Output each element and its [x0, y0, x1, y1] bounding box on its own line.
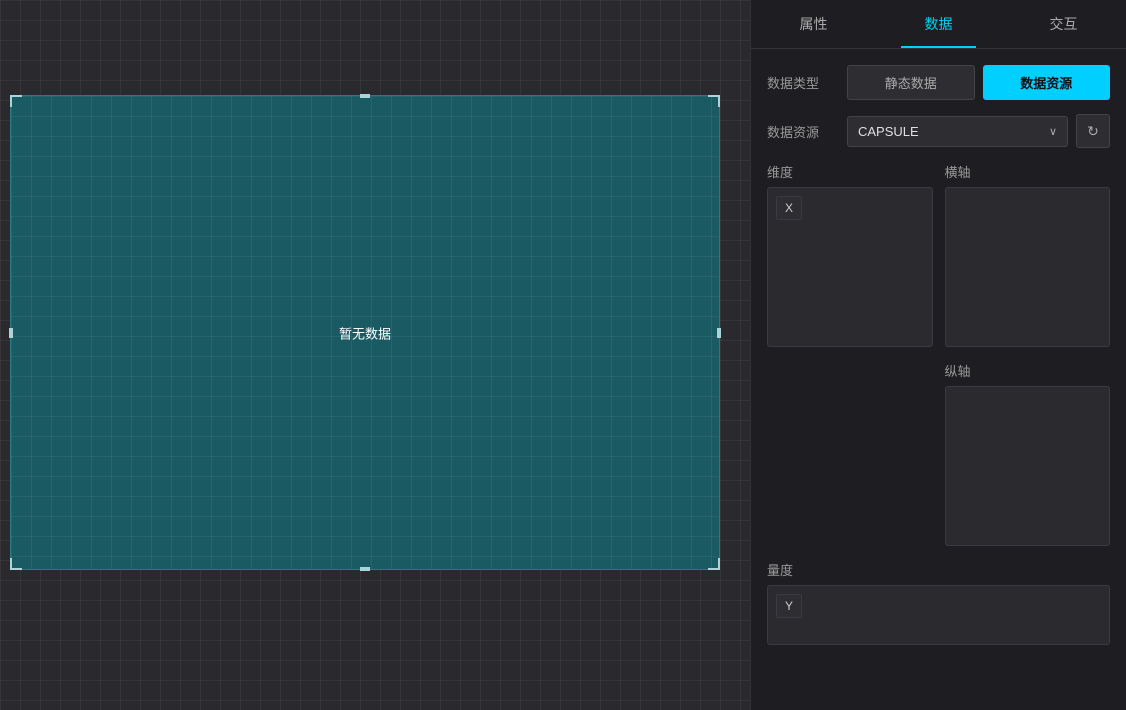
vertical-axis-label: 纵轴: [945, 361, 1111, 380]
mid-edge-right: [717, 328, 721, 338]
data-type-row: 数据类型 静态数据 数据资源: [767, 65, 1110, 100]
mid-edge-bottom: [360, 567, 370, 571]
mid-edge-top: [360, 94, 370, 98]
measure-section: 量度 Y: [767, 560, 1110, 645]
empty-section: [767, 361, 933, 546]
datasource-controls: CAPSULE ∨ ↻: [847, 114, 1110, 148]
dimension-box[interactable]: X: [767, 187, 933, 347]
data-type-controls: 静态数据 数据资源: [847, 65, 1110, 100]
horizontal-axis-section: 横轴: [945, 162, 1111, 347]
vertical-axis-section: 纵轴: [945, 361, 1111, 546]
y-axis-value: Y: [776, 594, 802, 618]
x-axis-value: X: [776, 196, 802, 220]
no-data-label: 暂无数据: [339, 323, 391, 342]
corner-br: [708, 558, 720, 570]
tab-bar: 属性 数据 交互: [751, 0, 1126, 49]
tab-properties[interactable]: 属性: [751, 0, 876, 48]
right-panel: 属性 数据 交互 数据类型 静态数据 数据资源 数据资源 CAPSULE ∨: [750, 0, 1126, 710]
dimension-section: 维度 X: [767, 162, 933, 347]
mid-edge-left: [9, 328, 13, 338]
panel-content: 数据类型 静态数据 数据资源 数据资源 CAPSULE ∨ ↻: [751, 49, 1126, 710]
corner-tr: [708, 95, 720, 107]
vertical-axis-box[interactable]: [945, 386, 1111, 546]
dimension-label: 维度: [767, 162, 933, 181]
refresh-icon: ↻: [1087, 123, 1099, 140]
data-resource-button[interactable]: 数据资源: [983, 65, 1111, 100]
datasource-name: CAPSULE: [858, 124, 919, 139]
canvas-area: 暂无数据: [0, 0, 750, 710]
datasource-label: 数据资源: [767, 122, 847, 141]
dimension-axis-grid: 维度 X 横轴: [767, 162, 1110, 347]
horizontal-axis-label: 横轴: [945, 162, 1111, 181]
horizontal-axis-box[interactable]: [945, 187, 1111, 347]
measure-box[interactable]: Y: [767, 585, 1110, 645]
datasource-row: 数据资源 CAPSULE ∨ ↻: [767, 114, 1110, 148]
static-data-button[interactable]: 静态数据: [847, 65, 975, 100]
corner-bl: [10, 558, 22, 570]
chevron-down-icon: ∨: [1049, 125, 1057, 138]
vertical-axis-grid: 纵轴: [767, 361, 1110, 546]
tab-data[interactable]: 数据: [876, 0, 1001, 48]
data-type-label: 数据类型: [767, 73, 847, 92]
tab-interaction[interactable]: 交互: [1001, 0, 1126, 48]
corner-tl: [10, 95, 22, 107]
measure-label: 量度: [767, 560, 1110, 579]
chart-container: 暂无数据: [10, 95, 720, 570]
datasource-selector[interactable]: CAPSULE ∨: [847, 116, 1068, 147]
refresh-button[interactable]: ↻: [1076, 114, 1110, 148]
